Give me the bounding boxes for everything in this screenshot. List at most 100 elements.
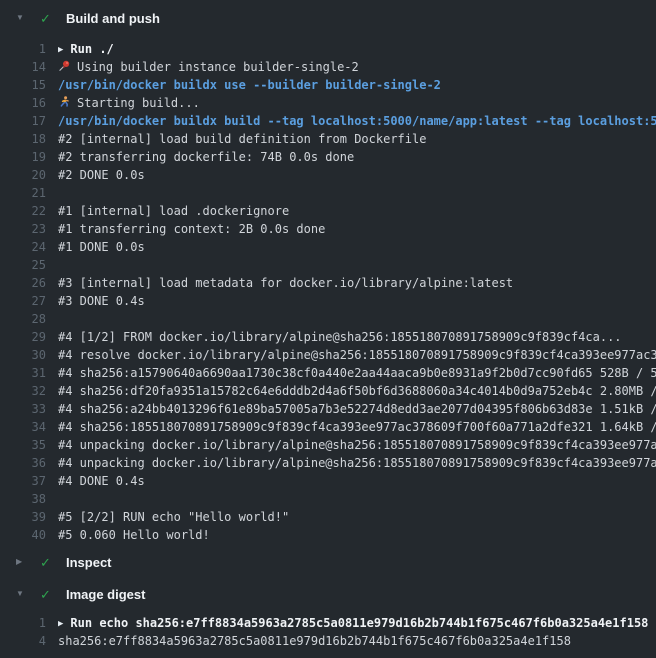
line-number[interactable]: 27 bbox=[0, 292, 46, 310]
log-line: 25 bbox=[0, 256, 656, 274]
log-text-content: #4 sha256:a24bb4013296f61e89ba57005a7b3e… bbox=[58, 402, 656, 416]
log-line: 4 sha256:e7ff8834a5963a2785c5a0811e979d16… bbox=[0, 632, 656, 650]
log-text: sha256:e7ff8834a5963a2785c5a0811e979d16b… bbox=[58, 632, 571, 650]
log-text-content: #2 DONE 0.0s bbox=[58, 168, 145, 182]
actions-log-viewer: ▼✓Build and push1▶Run ./14Using builder … bbox=[0, 0, 656, 658]
log-line: 20 #2 DONE 0.0s bbox=[0, 166, 656, 184]
log-text: Starting build... bbox=[58, 94, 200, 112]
log-text: #3 DONE 0.4s bbox=[58, 292, 145, 310]
command-text: /usr/bin/docker buildx build --tag local… bbox=[58, 112, 656, 130]
line-number[interactable]: 40 bbox=[0, 526, 46, 544]
log-text-content: #4 resolve docker.io/library/alpine@sha2… bbox=[58, 348, 656, 362]
log-text: #1 DONE 0.0s bbox=[58, 238, 145, 256]
log-text-content: sha256:e7ff8834a5963a2785c5a0811e979d16b… bbox=[58, 634, 571, 648]
line-number[interactable]: 14 bbox=[0, 58, 46, 76]
log-line: 18#2 [internal] load build definition fr… bbox=[0, 130, 656, 148]
line-number[interactable]: 26 bbox=[0, 274, 46, 292]
line-number[interactable]: 21 bbox=[0, 184, 46, 202]
log-line: 38 bbox=[0, 490, 656, 508]
line-number[interactable]: 15 bbox=[0, 76, 46, 94]
line-number[interactable]: 37 bbox=[0, 472, 46, 490]
line-number[interactable]: 39 bbox=[0, 508, 46, 526]
pushpin-icon bbox=[58, 59, 71, 71]
line-number[interactable]: 28 bbox=[0, 310, 46, 328]
log-text-content: /usr/bin/docker buildx use --builder bui… bbox=[58, 78, 441, 92]
log-text-content: #5 [2/2] RUN echo "Hello world!" bbox=[58, 510, 289, 524]
log-text: #2 transferring dockerfile: 74B 0.0s don… bbox=[58, 148, 354, 166]
line-number[interactable]: 19 bbox=[0, 148, 46, 166]
log-text: #3 [internal] load metadata for docker.i… bbox=[58, 274, 513, 292]
line-number[interactable]: 1 bbox=[0, 40, 46, 58]
log-text-content: #3 DONE 0.4s bbox=[58, 294, 145, 308]
line-number[interactable]: 36 bbox=[0, 454, 46, 472]
line-number[interactable]: 23 bbox=[0, 220, 46, 238]
expand-group-arrow-icon[interactable]: ▶ bbox=[58, 615, 63, 633]
line-number[interactable]: 22 bbox=[0, 202, 46, 220]
log-line: 34 #4 sha256:185518070891758909c9f839cf4c… bbox=[0, 418, 656, 436]
line-number[interactable]: 18 bbox=[0, 130, 46, 148]
log-text-content: #3 [internal] load metadata for docker.i… bbox=[58, 276, 513, 290]
log-text: #5 0.060 Hello world! bbox=[58, 526, 210, 544]
line-number[interactable]: 17 bbox=[0, 112, 46, 130]
line-number[interactable]: 31 bbox=[0, 364, 46, 382]
log-text: #4 sha256:185518070891758909c9f839cf4ca3… bbox=[58, 418, 656, 436]
line-number[interactable]: 1 bbox=[0, 614, 46, 632]
run-group-text: ▶Run echo sha256:e7ff8834a5963a2785c5a08… bbox=[58, 614, 648, 632]
log-line: 1 ▶Run echo sha256:e7ff8834a5963a2785c5a0… bbox=[0, 614, 656, 632]
log-line: 1 ▶ Run ./ bbox=[0, 40, 656, 58]
line-number[interactable]: 34 bbox=[0, 418, 46, 436]
log-line: 33 #4 sha256:a24bb4013296f61e89ba57005a7b… bbox=[0, 400, 656, 418]
log-line: 37 #4 DONE 0.4s bbox=[0, 472, 656, 490]
log-line: 14 Using builder instance builder-single-… bbox=[0, 58, 656, 76]
section-log-content: 1 ▶Run echo sha256:e7ff8834a5963a2785c5a0… bbox=[0, 608, 656, 650]
log-text: #4 resolve docker.io/library/alpine@sha2… bbox=[58, 346, 656, 364]
section-header-build-and-push[interactable]: ▼✓Build and push bbox=[0, 0, 656, 36]
log-line: 29 #4 [1/2] FROM docker.io/library/alpine… bbox=[0, 328, 656, 346]
log-line: 28 bbox=[0, 310, 656, 328]
line-number[interactable]: 30 bbox=[0, 346, 46, 364]
line-number[interactable]: 29 bbox=[0, 328, 46, 346]
log-text: #4 unpacking docker.io/library/alpine@sh… bbox=[58, 436, 656, 454]
log-text-content: #4 [1/2] FROM docker.io/library/alpine@s… bbox=[58, 330, 622, 344]
log-text-content: #1 transferring context: 2B 0.0s done bbox=[58, 222, 325, 236]
line-number[interactable]: 4 bbox=[0, 632, 46, 650]
line-number[interactable]: 20 bbox=[0, 166, 46, 184]
log-text-content: #4 unpacking docker.io/library/alpine@sh… bbox=[58, 456, 656, 470]
line-number[interactable]: 24 bbox=[0, 238, 46, 256]
chevron-right-icon[interactable]: ▶ bbox=[16, 558, 26, 566]
log-text-content: #2 transferring dockerfile: 74B 0.0s don… bbox=[58, 150, 354, 164]
section-title: Inspect bbox=[66, 555, 112, 570]
line-number[interactable]: 25 bbox=[0, 256, 46, 274]
log-line: 16 Starting build... bbox=[0, 94, 656, 112]
log-text: Using builder instance builder-single-2 bbox=[58, 58, 359, 76]
section-header-inspect[interactable]: ▶ ✓ Inspect bbox=[0, 548, 656, 576]
log-text: #1 [internal] load .dockerignore bbox=[58, 202, 289, 220]
log-text: #4 sha256:a24bb4013296f61e89ba57005a7b3e… bbox=[58, 400, 656, 418]
runner-icon bbox=[58, 95, 71, 107]
log-text-content: Run ./ bbox=[70, 42, 113, 56]
success-check-icon: ✓ bbox=[40, 556, 54, 569]
log-line: 40 #5 0.060 Hello world! bbox=[0, 526, 656, 544]
log-line: 26 #3 [internal] load metadata for docker… bbox=[0, 274, 656, 292]
log-text: #2 DONE 0.0s bbox=[58, 166, 145, 184]
line-number[interactable]: 32 bbox=[0, 382, 46, 400]
log-text-content: #5 0.060 Hello world! bbox=[58, 528, 210, 542]
log-line: 30 #4 resolve docker.io/library/alpine@sh… bbox=[0, 346, 656, 364]
log-text: #4 sha256:df20fa9351a15782c64e6dddb2d4a6… bbox=[58, 382, 656, 400]
line-number[interactable]: 16 bbox=[0, 94, 46, 112]
expand-group-arrow-icon[interactable]: ▶ bbox=[58, 41, 63, 59]
log-text-content: #4 sha256:185518070891758909c9f839cf4ca3… bbox=[58, 420, 656, 434]
log-text-content: #4 unpacking docker.io/library/alpine@sh… bbox=[58, 438, 656, 452]
log-text-content: #4 DONE 0.4s bbox=[58, 474, 145, 488]
line-number[interactable]: 35 bbox=[0, 436, 46, 454]
section-header-image-digest[interactable]: ▼✓Image digest bbox=[0, 580, 656, 608]
line-number[interactable]: 38 bbox=[0, 490, 46, 508]
chevron-down-icon[interactable]: ▼ bbox=[16, 590, 26, 598]
run-group-text: ▶ Run ./ bbox=[58, 40, 114, 58]
log-text-content: #1 [internal] load .dockerignore bbox=[58, 204, 289, 218]
log-text-content: #4 sha256:a15790640a6690aa1730c38cf0a440… bbox=[58, 366, 656, 380]
log-text: #4 [1/2] FROM docker.io/library/alpine@s… bbox=[58, 328, 622, 346]
chevron-down-icon[interactable]: ▼ bbox=[16, 14, 26, 22]
line-number[interactable]: 33 bbox=[0, 400, 46, 418]
log-line: 23 #1 transferring context: 2B 0.0s done bbox=[0, 220, 656, 238]
